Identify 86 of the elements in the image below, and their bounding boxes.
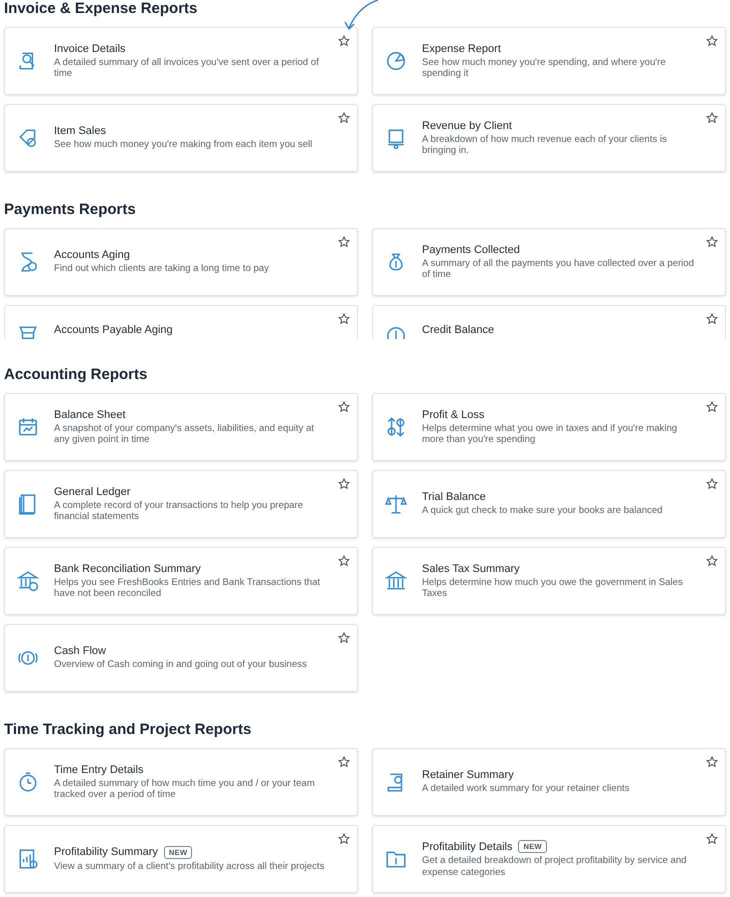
star-icon[interactable] [338, 555, 350, 567]
report-card[interactable]: Bank Reconciliation Summary Helps you see FreshBooks Entries and Bank Transactions that have not been reconciled [4, 547, 358, 615]
arrows-coins-icon [385, 416, 407, 438]
report-title: Item Sales [54, 125, 106, 138]
report-card[interactable]: Time Entry Details A detailed summary of how much time you and / or your team tracked over a period of time [4, 748, 358, 816]
report-description: A complete record of your transactions to help you prepare financial statements [54, 500, 304, 522]
star-icon[interactable] [706, 236, 718, 248]
star-icon[interactable] [338, 313, 350, 325]
report-title: Revenue by Client [422, 120, 512, 132]
section-heading: Invoice & Expense Reports [4, 0, 198, 18]
report-card[interactable]: Sales Tax Summary Helps determine how much you owe the government in Sales Taxes [372, 547, 726, 615]
report-title: Payments Collected [422, 244, 520, 256]
report-description: A detailed work summary for your retainer clients [422, 783, 630, 795]
report-description: A detailed summary of how much time you and / or your team tracked over a period of time [54, 778, 316, 800]
report-description: Helps determine how much you owe the government in Sales Taxes [422, 576, 684, 600]
star-icon[interactable] [706, 35, 718, 47]
report-description: A summary of all the payments you have collected over a period of time [422, 258, 695, 280]
report-title: Profitability Details [422, 840, 512, 852]
report-card[interactable]: Accounts Aging Find out which clients are taking a long time to pay [4, 228, 358, 296]
pie-chart-icon [385, 50, 407, 72]
report-chart-icon [17, 848, 39, 870]
star-icon[interactable] [338, 401, 350, 413]
section-heading: Accounting Reports [4, 366, 148, 384]
report-card[interactable]: Retainer Summary A detailed work summary for your retainer clients [372, 748, 726, 816]
report-description: See how much money you're making from each item you sell [54, 139, 314, 151]
star-icon[interactable] [338, 632, 350, 644]
bank-check-icon [17, 570, 39, 592]
report-card[interactable]: Balance Sheet A snapshot of your company's assets, liabilities, and equity at any given point in time [4, 393, 358, 461]
report-title: Invoice Details [54, 42, 126, 54]
star-icon[interactable] [706, 833, 718, 845]
report-description: Helps you see FreshBooks Entries and Bank Transactions that have not been reconciled [54, 576, 322, 600]
report-card[interactable]: Accounts Payable Aging [4, 305, 358, 339]
report-title: Accounts Payable Aging [54, 324, 173, 336]
report-card[interactable]: Cash Flow Overview of Cash coming in and going out of your business [4, 624, 358, 692]
report-description: A detailed summary of all invoices you've sent over a period of time [54, 56, 320, 80]
report-title: Profit & Loss [422, 408, 484, 420]
bank-icon [385, 570, 407, 592]
report-title: Credit Balance [422, 324, 494, 336]
star-icon[interactable] [338, 236, 350, 248]
report-card[interactable]: General Ledger A complete record of your transactions to help you prepare financial statements [4, 470, 358, 538]
report-title: Sales Tax Summary [422, 562, 520, 574]
report-description: See how much money you're spending, and where you're spending it [422, 56, 667, 80]
report-title: Accounts Aging [54, 249, 130, 262]
report-title: Balance Sheet [54, 408, 126, 420]
report-card[interactable]: Payments Collected A summary of all the payments you have collected over a period of time [372, 228, 726, 296]
report-title: Retainer Summary [422, 769, 514, 782]
star-icon[interactable] [338, 112, 350, 124]
star-icon[interactable] [706, 112, 718, 124]
report-description: A breakdown of how much revenue each of your clients is bringing in. [422, 134, 668, 156]
report-title: Trial Balance [422, 491, 486, 504]
star-icon[interactable] [706, 313, 718, 325]
report-description: Get a detailed breakdown of project profitability by service and expense categories [422, 855, 688, 878]
star-icon[interactable] [706, 555, 718, 567]
scales-icon [385, 493, 407, 515]
star-icon[interactable] [338, 478, 350, 490]
report-card[interactable]: Invoice Details A detailed summary of all invoices you've sent over a period of time [4, 27, 358, 95]
star-icon[interactable] [338, 756, 350, 768]
report-card[interactable]: Revenue by Client A breakdown of how much revenue each of your clients is bringing in. [372, 104, 726, 172]
star-icon[interactable] [706, 478, 718, 490]
report-title: Bank Reconciliation Summary [54, 562, 201, 574]
report-description: Find out which clients are taking a long time to pay [54, 263, 270, 275]
star-icon[interactable] [338, 35, 350, 47]
report-title: Profitability Summary [54, 846, 158, 858]
report-card[interactable]: Item Sales See how much money you're making from each item you sell [4, 104, 358, 172]
calendar-chart-icon [17, 416, 39, 438]
stopwatch-icon [17, 771, 39, 793]
report-description: Helps determine what you owe in taxes and if you're making more than you're spending [422, 422, 678, 446]
report-title: Time Entry Details [54, 764, 144, 776]
section-heading: Time Tracking and Project Reports [4, 721, 252, 739]
section-heading: Payments Reports [4, 201, 136, 219]
report-title: Expense Report [422, 42, 501, 54]
report-title: Cash Flow [54, 645, 106, 658]
report-description: A snapshot of your company's assets, liabilities, and equity at any given point in time [54, 422, 315, 446]
star-icon[interactable] [338, 833, 350, 845]
report-title: General Ledger [54, 486, 130, 498]
report-description: A quick gut check to make sure your books are balanced [422, 505, 664, 517]
arrow-drawing [344, 0, 380, 32]
price-tag-icon [17, 127, 39, 149]
report-description: Overview of Cash coming in and going out of your business [54, 659, 308, 671]
star-icon[interactable] [706, 756, 718, 768]
report-card[interactable]: Credit Balance [372, 305, 726, 339]
report-card[interactable]: Expense Report See how much money you're spending, and where you're spending it [372, 27, 726, 95]
report-description: View a summary of a client's profitability across all their projects [54, 860, 326, 872]
report-card[interactable]: Trial Balance A quick gut check to make sure your books are balanced [372, 470, 726, 538]
report-card[interactable]: Profit & Loss Helps determine what you owe in taxes and if you're making more than you're spending [372, 393, 726, 461]
star-icon[interactable] [706, 401, 718, 413]
